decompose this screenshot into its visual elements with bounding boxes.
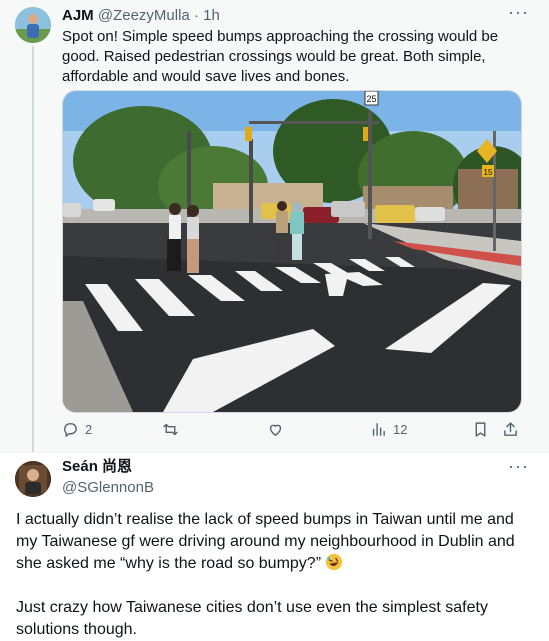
reply-icon	[64, 423, 77, 438]
avatar-sean[interactable]	[15, 461, 51, 497]
thread-line	[32, 46, 34, 454]
author-handle[interactable]: @ZeezyMulla	[98, 7, 190, 24]
top-sign-text: 25	[366, 94, 376, 104]
tweet2-paragraph-1: I actually didn’t realise the lack of sp…	[16, 511, 515, 572]
views-button[interactable]: 12	[370, 421, 407, 438]
tweet1-header: AJM @ZeezyMulla · 1h	[62, 7, 220, 25]
tweet1-actions: 2 12	[62, 421, 532, 443]
like-button[interactable]	[267, 421, 290, 438]
author-name[interactable]: Seán 尚恩	[62, 458, 154, 476]
bookmark-button[interactable]	[472, 421, 489, 438]
retweet-icon	[163, 423, 178, 436]
views-count: 12	[393, 422, 408, 437]
tweet1-photo[interactable]: 25 15	[62, 90, 522, 413]
share-icon	[504, 422, 517, 436]
more-options-icon[interactable]: ···	[508, 456, 529, 477]
tweet2-header: Seán 尚恩 @SGlennonB	[62, 458, 154, 497]
reply-count: 2	[85, 422, 93, 437]
share-button[interactable]	[502, 421, 519, 438]
retweet-button[interactable]	[162, 421, 185, 438]
author-handle[interactable]: @SGlennonB	[62, 479, 154, 497]
rolling-laughing-emoji-icon	[326, 553, 343, 571]
tweet2-paragraph-2: Just crazy how Taiwanese cities don’t us…	[16, 599, 488, 638]
like-icon	[269, 424, 282, 437]
avatar-ajm[interactable]	[15, 7, 51, 43]
tweet1-text: Spot on! Simple speed bumps approaching …	[62, 28, 499, 85]
bookmark-icon	[475, 422, 486, 437]
side-sign-text: 15	[484, 168, 493, 177]
views-icon	[372, 423, 385, 436]
author-name[interactable]: AJM	[62, 7, 94, 24]
tweet2-text: I actually didn’t realise the lack of sp…	[16, 509, 526, 641]
tweet-time[interactable]: 1h	[203, 7, 220, 24]
dot-separator: ·	[193, 7, 199, 24]
reply-button[interactable]: 2	[62, 421, 92, 438]
more-options-icon[interactable]: ···	[508, 2, 529, 23]
